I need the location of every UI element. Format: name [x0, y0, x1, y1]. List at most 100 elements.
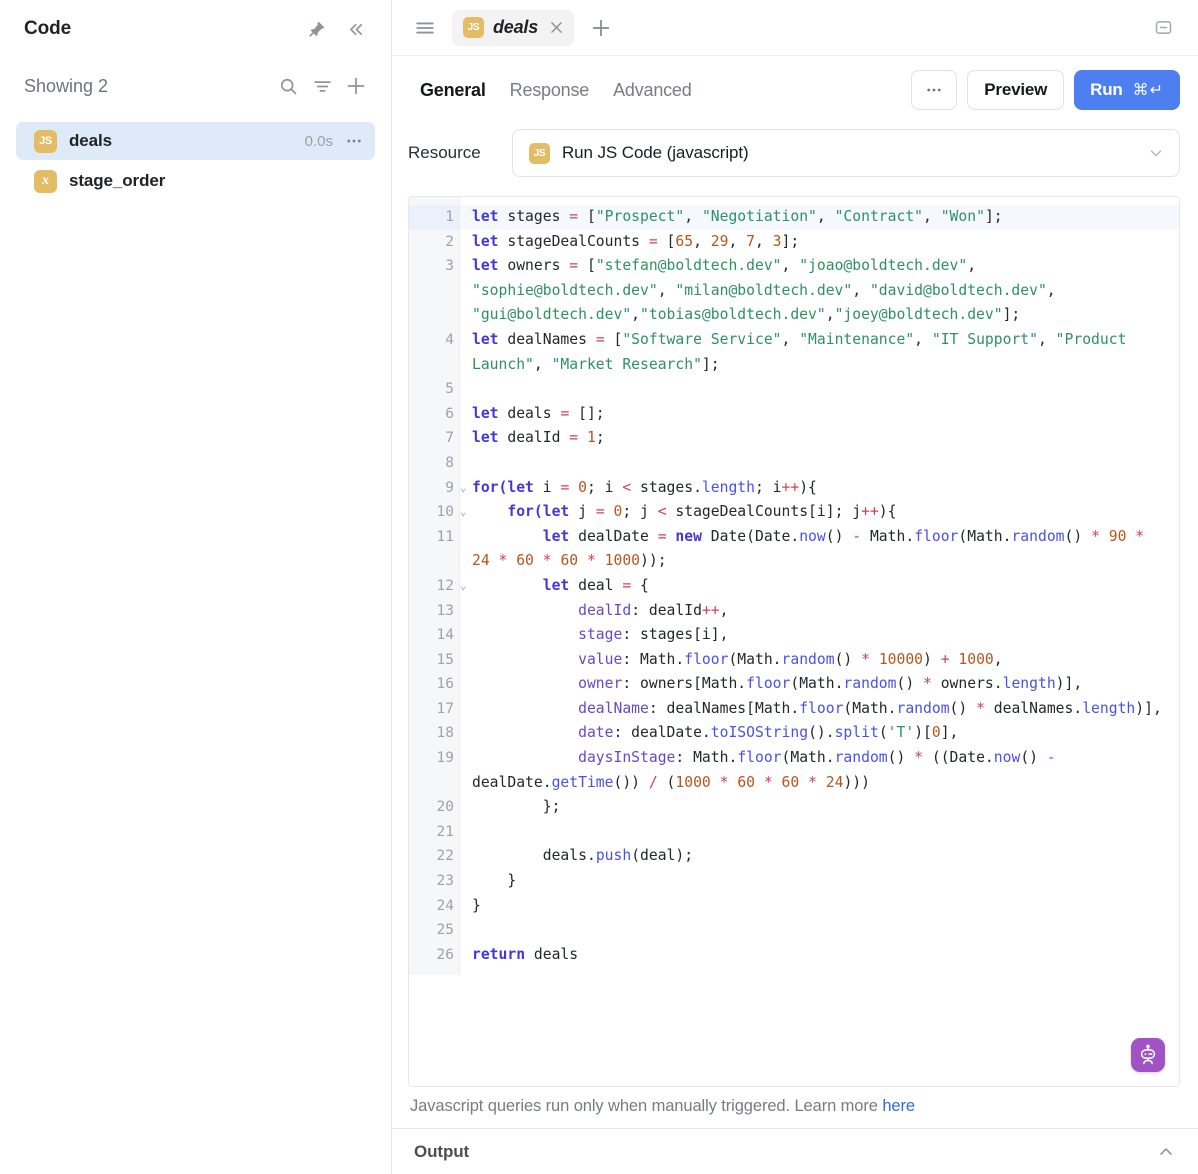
output-section-header[interactable]: Output: [392, 1128, 1198, 1174]
line-number: 18: [436, 725, 454, 742]
code-token: owner: [578, 675, 623, 693]
tab-general[interactable]: General: [408, 74, 498, 107]
chevron-up-icon[interactable]: [1156, 1142, 1176, 1162]
code-line[interactable]: let owners = ["stefan@boldtech.dev", "jo…: [472, 254, 1169, 328]
line-number: 3: [445, 258, 454, 275]
line-number: 23: [436, 873, 454, 890]
code-line[interactable]: owner: owners[Math.floor(Math.random() *…: [472, 672, 1169, 697]
code-token: ,: [816, 208, 835, 225]
code-token: let: [472, 208, 499, 225]
code-token: (): [887, 749, 915, 767]
code-content[interactable]: let stages = ["Prospect", "Negotiation",…: [460, 197, 1179, 975]
code-token: let: [472, 232, 499, 250]
code-line[interactable]: dealId: dealId++,: [472, 599, 1169, 624]
more-options-button[interactable]: [911, 70, 958, 110]
run-button[interactable]: Run ⌘↵: [1074, 70, 1180, 110]
code-line[interactable]: deals.push(deal);: [472, 844, 1169, 869]
learn-more-link[interactable]: here: [882, 1097, 915, 1115]
robot-assistant-icon[interactable]: [1131, 1038, 1165, 1072]
sidebar-item-stage-order[interactable]: x stage_order: [16, 162, 375, 200]
tab-advanced[interactable]: Advanced: [601, 74, 703, 107]
add-query-icon[interactable]: [341, 71, 371, 101]
preview-button[interactable]: Preview: [967, 70, 1065, 110]
line-number: 6: [445, 405, 454, 422]
filter-icon[interactable]: [307, 71, 337, 101]
code-token: new: [675, 527, 702, 545]
code-token: i: [533, 478, 561, 496]
code-line[interactable]: [472, 451, 1169, 476]
resource-select[interactable]: JS Run JS Code (javascript): [512, 129, 1180, 177]
code-token: deals: [525, 945, 579, 963]
code-token: ,: [693, 232, 711, 250]
code-token: ,: [1046, 281, 1065, 299]
code-line[interactable]: let stages = ["Prospect", "Negotiation",…: [460, 205, 1179, 230]
code-line[interactable]: let stageDealCounts = [65, 29, 7, 3];: [472, 230, 1169, 255]
code-line[interactable]: let deals = [];: [472, 402, 1169, 427]
code-line[interactable]: for(let i = 0; i < stages.length; i++){: [472, 476, 1169, 501]
code-line[interactable]: };: [472, 795, 1169, 820]
fold-chevron-icon[interactable]: ⌄: [456, 500, 470, 525]
code-token: length: [701, 478, 755, 496]
code-token: *: [923, 675, 932, 693]
search-icon[interactable]: [273, 71, 303, 101]
code-token: : Math.: [675, 749, 738, 767]
code-line[interactable]: date: dealDate.toISOString().split('T')[…: [472, 721, 1169, 746]
code-token: "Contract": [834, 208, 924, 225]
code-token: ; i: [755, 478, 782, 496]
code-token: ];: [984, 208, 1003, 225]
code-line[interactable]: stage: stages[i],: [472, 623, 1169, 648]
hamburger-icon[interactable]: [408, 11, 442, 45]
code-token: -: [852, 527, 862, 545]
code-token: "joao@boldtech.dev": [799, 257, 968, 275]
code-line[interactable]: return deals: [472, 943, 1169, 968]
code-line[interactable]: let dealNames = ["Software Service", "Ma…: [472, 328, 1169, 377]
code-token: owners: [498, 257, 570, 275]
sidebar-item-deals[interactable]: JS deals 0.0s: [16, 122, 375, 160]
code-line[interactable]: let dealDate = new Date(Date.now() - Mat…: [472, 525, 1169, 574]
line-number: 11: [436, 528, 454, 545]
code-token: ];: [781, 232, 800, 250]
code-token: 60: [516, 552, 534, 570]
fold-chevron-icon[interactable]: ⌄: [456, 476, 470, 501]
code-token: (: [878, 724, 888, 742]
code-line[interactable]: }: [472, 869, 1169, 894]
line-number: 7: [445, 430, 454, 447]
code-token: =: [622, 576, 632, 594]
code-token: "joey@boldtech.dev": [834, 306, 1003, 324]
code-token: ,: [781, 257, 800, 275]
minimize-icon[interactable]: [1148, 13, 1178, 43]
tab-response[interactable]: Response: [498, 74, 601, 107]
code-token: let: [507, 478, 534, 496]
pin-icon[interactable]: [301, 14, 331, 44]
collapse-sidebar-icon[interactable]: [341, 14, 371, 44]
more-horizontal-icon[interactable]: [345, 132, 363, 150]
code-token: 29: [710, 232, 729, 250]
code-line[interactable]: let deal = {: [472, 574, 1169, 599]
code-line[interactable]: [472, 820, 1169, 845]
tab-deals[interactable]: JS deals: [452, 9, 575, 46]
code-line[interactable]: value: Math.floor(Math.random() * 10000)…: [472, 648, 1169, 673]
code-token: stage: [578, 626, 623, 644]
code-token: let: [542, 576, 570, 594]
code-line[interactable]: }: [472, 894, 1169, 919]
code-editor[interactable]: 1 2 3 4 5 6 7 8 9 ⌄ 10 ⌄ 11 12 ⌄ 13 14 15 16 17 18 19 20 21 22 23…: [408, 196, 1180, 1087]
code-line[interactable]: dealName: dealNames[Math.floor(Math.rand…: [472, 697, 1169, 722]
close-icon[interactable]: [547, 19, 565, 36]
code-line[interactable]: daysInStage: Math.floor(Math.random() * …: [472, 746, 1169, 795]
code-line[interactable]: [472, 377, 1169, 402]
line-number: 9 ⌄: [409, 476, 466, 501]
add-tab-icon[interactable]: [584, 11, 618, 45]
code-line[interactable]: [472, 918, 1169, 943]
code-token: value: [578, 650, 623, 668]
code-token: 'T': [887, 724, 915, 742]
code-line[interactable]: let dealId = 1;: [472, 426, 1169, 451]
fold-chevron-icon[interactable]: ⌄: [456, 574, 470, 599]
code-line[interactable]: for(let j = 0; j < stageDealCounts[i]; j…: [472, 500, 1169, 525]
code-token: ){: [878, 503, 897, 521]
code-token: getTime: [551, 773, 614, 791]
